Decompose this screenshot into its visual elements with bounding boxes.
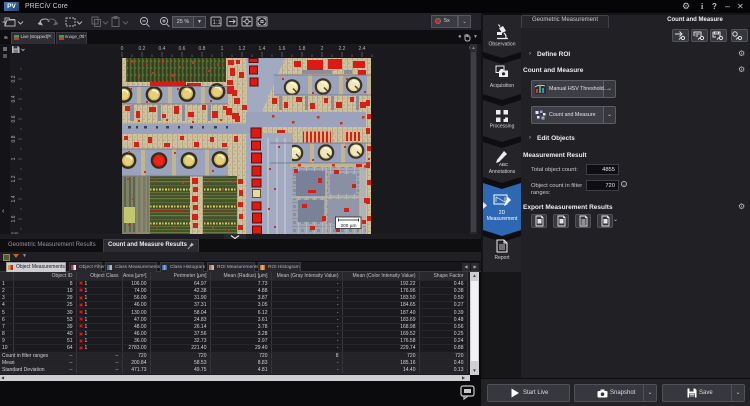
svg-text:200 µm: 200 µm — [340, 223, 356, 229]
svg-text:1.8: 1.8 — [299, 46, 306, 52]
svg-text:1.4: 1.4 — [11, 195, 17, 202]
svg-text:1: 1 — [11, 157, 17, 160]
svg-text:0.2: 0.2 — [11, 75, 17, 82]
svg-text:0.8: 0.8 — [199, 46, 206, 52]
svg-text:2: 2 — [321, 46, 324, 52]
svg-text:1: 1 — [221, 46, 224, 52]
svg-text:Measurement: Measurement — [487, 216, 518, 222]
svg-text:Annotations: Annotations — [489, 169, 516, 175]
svg-text:1:1: 1:1 — [213, 20, 222, 26]
svg-text:Acquisition: Acquisition — [490, 83, 514, 89]
svg-text:0.6: 0.6 — [179, 46, 186, 52]
svg-text:2.4: 2.4 — [359, 46, 366, 52]
svg-text:ABC: ABC — [499, 162, 509, 167]
svg-text:Observation: Observation — [489, 42, 516, 48]
svg-text:1.6: 1.6 — [11, 215, 17, 222]
svg-text:1.2: 1.2 — [239, 46, 246, 52]
svg-text:0.8: 0.8 — [11, 135, 17, 142]
svg-text:0.4: 0.4 — [11, 95, 17, 102]
svg-text:Processing: Processing — [490, 124, 515, 130]
svg-text:1.6: 1.6 — [279, 46, 286, 52]
svg-text:0: 0 — [121, 46, 124, 52]
svg-text:2.2: 2.2 — [339, 46, 346, 52]
svg-text:1.4: 1.4 — [259, 46, 266, 52]
svg-text:0.4: 0.4 — [159, 46, 166, 52]
svg-text:Report: Report — [494, 255, 510, 261]
svg-text:0.6: 0.6 — [11, 115, 17, 122]
svg-text:0.2: 0.2 — [139, 46, 146, 52]
svg-text:1.2: 1.2 — [11, 175, 17, 182]
